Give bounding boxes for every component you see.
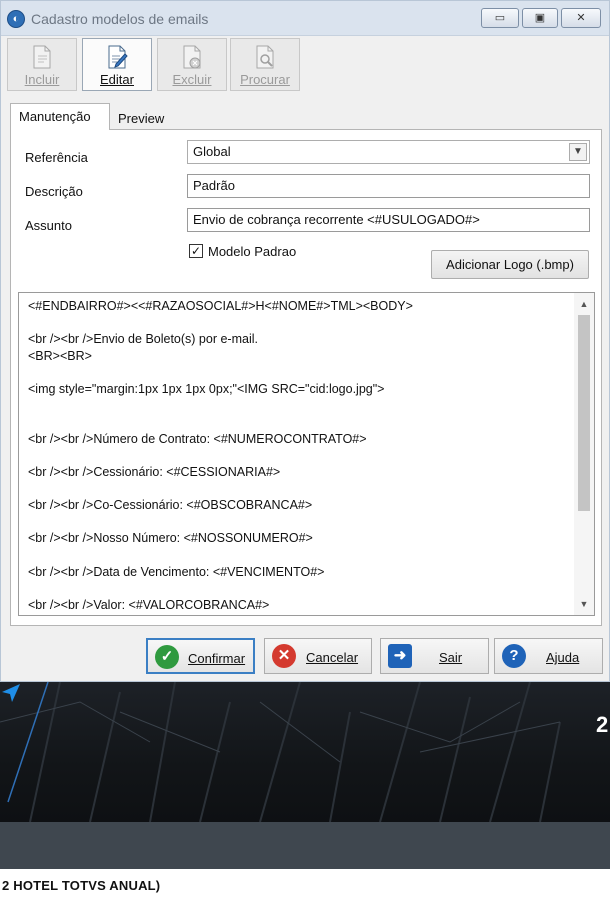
incluir-label: Incluir: [24, 72, 60, 87]
procurar-button[interactable]: Procurar: [230, 38, 300, 91]
email-body-line[interactable]: [28, 364, 558, 381]
toolbar: Incluir Editar Excluir Procurar: [4, 37, 608, 93]
editar-button[interactable]: Editar: [82, 38, 152, 91]
confirmar-button[interactable]: ✓ Confirmar: [146, 638, 255, 674]
background-number: 2: [596, 712, 609, 737]
maximize-button[interactable]: ▣: [522, 8, 558, 28]
search-document-icon: [256, 45, 274, 69]
descricao-label: Descrição: [25, 184, 83, 199]
incluir-button[interactable]: Incluir: [7, 38, 77, 91]
email-template-dialog: ◐ Cadastro modelos de emails ▭ ▣ ✕ Inclu…: [0, 0, 610, 682]
close-button[interactable]: ✕: [561, 8, 601, 28]
help-icon: ?: [502, 644, 526, 668]
email-body-text[interactable]: <#ENDBAIRRO#><<#RAZAOSOCIAL#>H<#NOME#>TM…: [28, 298, 558, 613]
chevron-down-icon[interactable]: ▼: [574, 595, 594, 613]
referencia-value: Global: [193, 144, 231, 159]
background-photo: 2: [0, 682, 610, 822]
email-body-line[interactable]: <br /><br />Nosso Número: <#NOSSONUMERO#…: [28, 530, 558, 547]
delete-document-icon: [183, 45, 201, 69]
navigation-arrow-icon: [2, 684, 20, 702]
email-body-line[interactable]: [28, 547, 558, 564]
new-document-icon: [33, 45, 51, 69]
email-body-line[interactable]: [28, 514, 558, 531]
assunto-label: Assunto: [25, 218, 72, 233]
scrollbar-thumb[interactable]: [578, 315, 590, 511]
chevron-up-icon[interactable]: ▲: [574, 295, 594, 313]
title-bar[interactable]: ◐ Cadastro modelos de emails ▭ ▣ ✕: [1, 1, 609, 36]
assunto-field[interactable]: Envio de cobrança recorrente <#USULOGADO…: [187, 208, 590, 232]
editar-label: Editar: [100, 72, 134, 87]
cancelar-label: Cancelar: [306, 650, 359, 665]
email-body-line[interactable]: <br /><br />Co-Cessionário: <#OBSCOBRANC…: [28, 497, 558, 514]
email-body-line[interactable]: [28, 414, 558, 431]
excluir-button[interactable]: Excluir: [157, 38, 227, 91]
cancelar-button[interactable]: ✕ Cancelar: [264, 638, 372, 674]
tab-manutencao[interactable]: Manutenção: [10, 103, 110, 130]
sair-button[interactable]: ➜ Sair: [380, 638, 489, 674]
referencia-label: Referência: [25, 150, 88, 165]
email-body-line[interactable]: <img style="margin:1px 1px 1px 0px;"<IMG…: [28, 381, 558, 398]
procurar-label: Procurar: [240, 72, 290, 87]
editor-scrollbar[interactable]: ▲ ▼: [574, 293, 594, 615]
manutencao-panel: Referência Global ▼ Descrição Padrão Ass…: [10, 129, 602, 626]
excluir-label: Excluir: [172, 72, 212, 87]
email-body-line[interactable]: <BR><BR>: [28, 348, 558, 365]
email-body-line[interactable]: <#ENDBAIRRO#><<#RAZAOSOCIAL#>H<#NOME#>TM…: [28, 298, 558, 315]
background-band: [0, 822, 610, 869]
window-title: Cadastro modelos de emails: [31, 11, 209, 27]
email-body-line[interactable]: <br /><br />Cessionário: <#CESSIONARIA#>: [28, 464, 558, 481]
exit-door-icon: ➜: [388, 644, 412, 668]
descricao-field[interactable]: Padrão: [187, 174, 590, 198]
modelo-padrao-checkbox[interactable]: ✓: [189, 244, 203, 258]
chevron-down-icon[interactable]: ▼: [569, 143, 587, 161]
email-body-line[interactable]: [28, 447, 558, 464]
confirmar-label: Confirmar: [188, 651, 246, 666]
ajuda-label: Ajuda: [546, 650, 580, 665]
minimize-button[interactable]: ▭: [481, 8, 519, 28]
email-body-line[interactable]: [28, 580, 558, 597]
email-body-line[interactable]: <br /><br />Data de Vencimento: <#VENCIM…: [28, 564, 558, 581]
email-body-editor[interactable]: <#ENDBAIRRO#><<#RAZAOSOCIAL#>H<#NOME#>TM…: [18, 292, 595, 616]
referencia-select[interactable]: Global ▼: [187, 140, 590, 164]
email-body-line[interactable]: <br /><br />Envio de Boleto(s) por e-mai…: [28, 331, 558, 348]
email-body-line[interactable]: <br /><br />Número de Contrato: <#NUMERO…: [28, 431, 558, 448]
forest-silhouette-image: [0, 682, 561, 822]
edit-document-icon: [108, 45, 128, 69]
app-icon: ◐: [7, 10, 25, 28]
email-body-line[interactable]: [28, 481, 558, 498]
email-body-line[interactable]: [28, 398, 558, 415]
modelo-padrao-label[interactable]: Modelo Padrao: [208, 244, 296, 259]
background-strip-text: 2 HOTEL TOTVS ANUAL): [2, 878, 161, 893]
email-body-line[interactable]: [28, 315, 558, 332]
ajuda-button[interactable]: ? Ajuda: [494, 638, 603, 674]
adicionar-logo-button[interactable]: Adicionar Logo (.bmp): [431, 250, 589, 279]
sair-label: Sair: [439, 650, 463, 665]
email-body-line[interactable]: <br /><br />Valor: <#VALORCOBRANCA#>: [28, 597, 558, 614]
cancel-circle-icon: ✕: [272, 644, 296, 668]
check-circle-icon: ✓: [155, 645, 179, 669]
